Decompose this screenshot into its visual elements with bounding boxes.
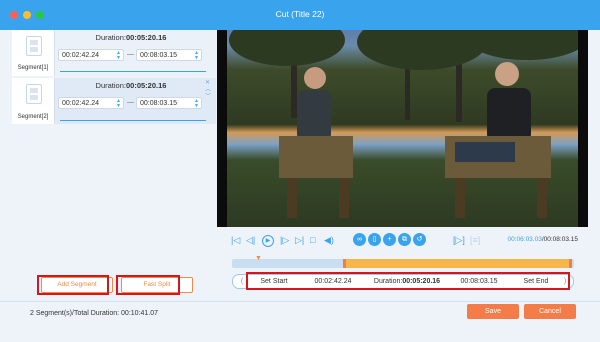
segment-label: Segment[2]: [17, 114, 49, 120]
chevron-up-icon[interactable]: ︿: [205, 87, 211, 94]
close-icon[interactable]: ✕: [205, 80, 211, 87]
time-readout: 00:06:03.03/00:08:03.15: [507, 236, 579, 243]
previous-frame-icon[interactable]: ◁|: [246, 235, 255, 246]
title-bar: Cut (Title 22): [0, 0, 600, 30]
timeline-track[interactable]: [232, 259, 574, 268]
reset-icon[interactable]: ↺: [413, 233, 426, 246]
selected-range[interactable]: [343, 259, 572, 268]
stepper-icon[interactable]: ▲ ▼: [116, 51, 121, 61]
segment-label: Segment[1]: [17, 65, 49, 71]
jump-to-start-icon[interactable]: |◁: [231, 235, 240, 246]
range-separator: —: [127, 99, 134, 106]
play-icon[interactable]: ▶: [262, 235, 274, 247]
segment-thumbnail: Segment[1]: [12, 30, 55, 76]
segment-progress: [60, 120, 206, 121]
range-end-handle[interactable]: [569, 259, 572, 268]
segment-progress: [60, 71, 206, 72]
segment-actions: ✕ ︿ ﹀: [205, 80, 211, 101]
player-controls: |◁ ◁| ▶ |▷ ▷| □ ◀) ∞ ▯ + ⧉ ↺ [▷] [≡] 00:…: [217, 227, 588, 257]
segment-item[interactable]: Segment[1] Duration:00:05:20.16 00:02:42…: [12, 30, 216, 76]
segment-thumbnail: Segment[2]: [12, 78, 55, 124]
playhead-marker[interactable]: ▼: [255, 255, 262, 262]
highlight-box: [37, 275, 109, 295]
stepper-icon[interactable]: ▲ ▼: [194, 99, 199, 109]
range-start-handle[interactable]: [343, 259, 346, 268]
segment-item[interactable]: Segment[2] Duration:00:05:20.16 00:02:42…: [12, 78, 216, 124]
volume-icon[interactable]: ◀): [324, 235, 334, 246]
highlight-box: [246, 272, 570, 290]
video-preview[interactable]: [217, 30, 588, 227]
segment-duration: Duration:00:05:20.16: [95, 33, 167, 42]
clip-icon[interactable]: ▯: [368, 233, 381, 246]
cancel-button[interactable]: Cancel: [524, 304, 576, 319]
highlight-box: [116, 275, 180, 295]
cut-dialog: Cut (Title 22) Segment[1] Duration:00:05…: [0, 0, 600, 342]
segment-start-field[interactable]: 00:02:42.24 ▲ ▼: [58, 97, 124, 109]
save-button[interactable]: Save: [467, 304, 519, 319]
copy-icon[interactable]: ⧉: [398, 233, 411, 246]
segment-end-field[interactable]: 00:08:03.15 ▲ ▼: [136, 49, 202, 61]
video-frame: [227, 30, 587, 227]
segment-end-field[interactable]: 00:08:03.15 ▲ ▼: [136, 97, 202, 109]
range-separator: —: [127, 51, 134, 58]
chevron-down-icon[interactable]: ﹀: [205, 94, 211, 101]
jump-to-end-icon[interactable]: ▷|: [295, 235, 304, 246]
window-title: Cut (Title 22): [275, 9, 325, 19]
film-icon: [26, 84, 42, 104]
segment-list: Segment[1] Duration:00:05:20.16 00:02:42…: [12, 30, 216, 300]
add-icon[interactable]: +: [383, 233, 396, 246]
preview-clip-icon[interactable]: [▷]: [453, 235, 465, 246]
loop-icon[interactable]: ∞: [353, 233, 366, 246]
segment-start-field[interactable]: 00:02:42.24 ▲ ▼: [58, 49, 124, 61]
segment-summary: 2 Segment(s)/Total Duration: 00:10:41.07: [30, 310, 159, 317]
next-frame-icon[interactable]: |▷: [280, 235, 289, 246]
segment-duration: Duration:00:05:20.16: [95, 81, 167, 90]
stepper-icon[interactable]: ▲ ▼: [116, 99, 121, 109]
stepper-icon[interactable]: ▲ ▼: [194, 51, 199, 61]
fullscreen-icon[interactable]: [≡]: [470, 235, 480, 245]
stop-icon[interactable]: □: [310, 235, 315, 245]
film-icon: [26, 36, 42, 56]
video-scene: [229, 30, 587, 218]
